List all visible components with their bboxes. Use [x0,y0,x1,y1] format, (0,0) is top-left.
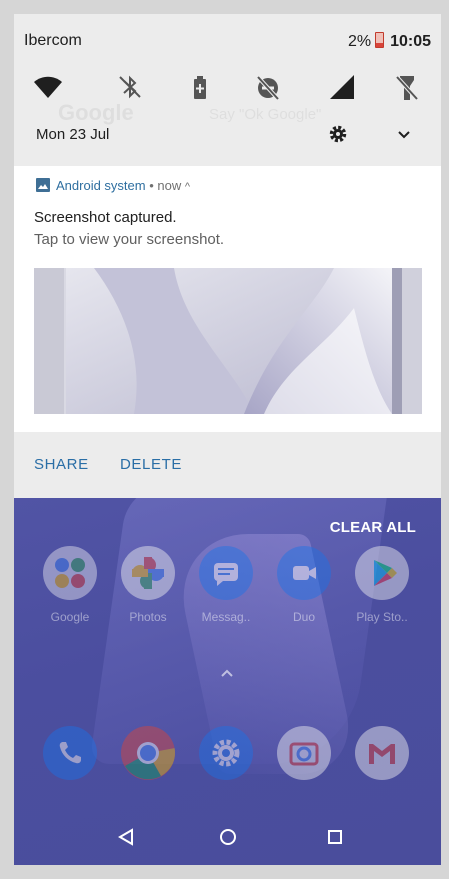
chrome-icon [121,726,175,780]
google-folder-icon [43,546,97,600]
status-right: 2% 10:05 [348,32,431,51]
notification-app-name: Android system [56,178,146,193]
wifi-icon[interactable] [30,70,66,106]
app-photos[interactable]: Photos [108,546,188,624]
date-row: Mon 23 Jul [14,122,441,152]
app-label: Google [50,610,90,624]
play-store-icon [355,546,409,600]
app-drawer-chevron-icon[interactable] [220,666,234,680]
battery-low-icon [375,32,385,48]
app-label: Duo [292,610,315,624]
notification-shade: Ibercom 2%10:05 Google Say "Ok Google" [14,14,441,498]
battery-saver-icon[interactable] [182,70,218,106]
notification-text: Tap to view your screenshot. [34,231,225,248]
messages-icon [199,546,253,600]
share-button[interactable]: SHARE [34,456,89,473]
app-label: Play Sto.. [356,610,408,624]
notification-actions: SHARE DELETE [14,432,441,498]
app-google[interactable]: Google [30,546,110,624]
dock-camera[interactable] [264,726,344,780]
delete-button[interactable]: DELETE [120,456,182,473]
clock: 10:05 [390,33,431,50]
camera-icon [277,726,331,780]
notification-time: now [157,178,182,193]
carrier-name: Ibercom [24,32,82,49]
gmail-icon [355,726,409,780]
battery-percentage: 2% [347,33,372,50]
app-messages[interactable]: Messag.. [186,546,266,624]
notification-title: Screenshot captured. [34,209,177,226]
phone-icon [43,726,97,780]
bluetooth-off-icon[interactable] [112,70,148,106]
screenshot-notification[interactable]: Android system • now ^ Screenshot captur… [14,166,441,432]
back-icon[interactable] [110,821,142,853]
dock [14,726,441,816]
clear-all-button[interactable]: CLEAR ALL [330,519,416,536]
app-label: Photos [129,610,167,624]
header-separator: • [149,178,154,193]
dock-phone[interactable] [30,726,110,780]
app-row: Google Photos Messag.. Duo Play Sto.. [14,546,441,636]
collapse-caret-icon[interactable]: ^ [185,181,190,193]
phone-screen: CLEAR ALL Google Photos Messag.. Duo Pla… [14,14,441,865]
settings-app-icon [199,726,253,780]
image-icon [36,178,50,192]
photos-icon [121,546,175,600]
screenshot-preview[interactable] [34,268,422,414]
quick-settings-row [14,70,441,106]
duo-icon [277,546,331,600]
overview-icon[interactable] [319,821,351,853]
chevron-down-icon[interactable] [396,127,412,143]
flashlight-off-icon[interactable] [389,70,425,106]
home-icon[interactable] [212,821,244,853]
app-duo[interactable]: Duo [264,546,344,624]
dock-chrome[interactable] [108,726,188,780]
background-ok-google-text: Say "Ok Google" [209,106,322,123]
cellular-signal-icon[interactable] [324,70,360,106]
shade-date: Mon 23 Jul [36,126,110,143]
notification-header: Android system • now ^ [36,178,190,196]
status-bar: Ibercom 2% 10:05 [14,14,441,60]
settings-gear-icon[interactable] [328,124,348,144]
dock-gmail[interactable] [342,726,422,780]
dock-settings[interactable] [186,726,266,780]
navigation-bar [14,809,441,865]
app-play-store[interactable]: Play Sto.. [342,546,422,624]
app-label: Messag.. [201,610,251,624]
do-not-disturb-off-icon[interactable] [250,70,286,106]
